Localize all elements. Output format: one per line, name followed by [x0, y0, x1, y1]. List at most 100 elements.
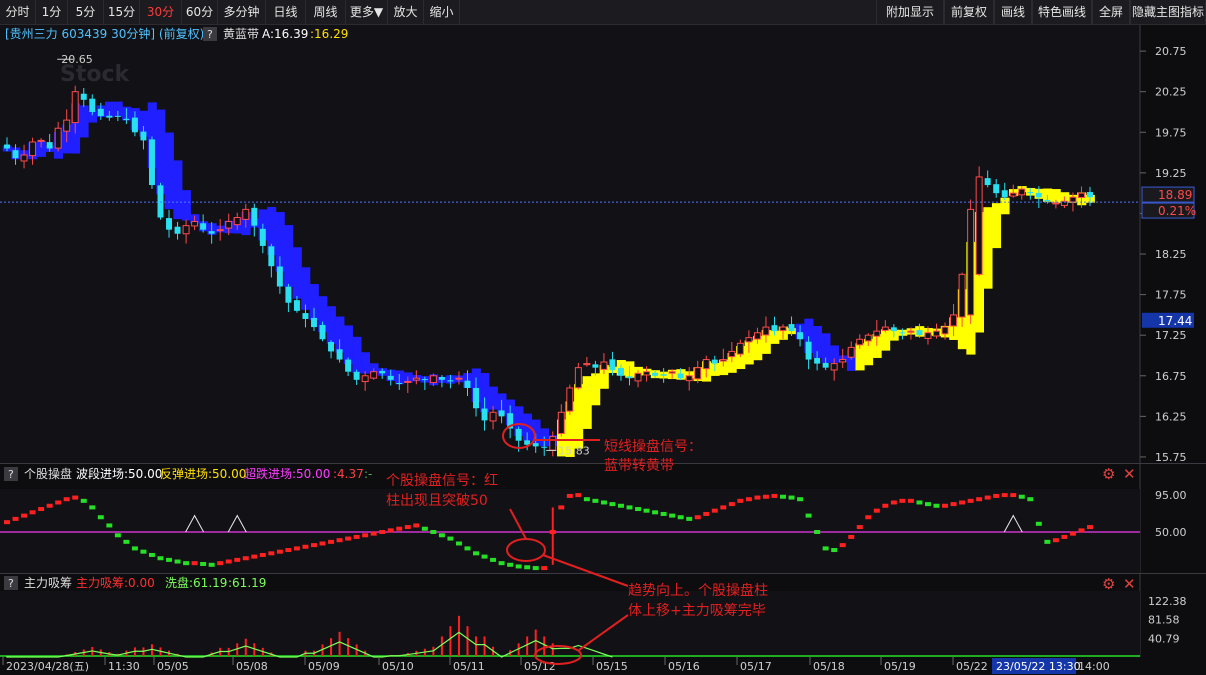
period-tab-4[interactable]: 30分 — [140, 0, 182, 24]
period-tab-2[interactable]: 5分 — [68, 0, 104, 24]
osc-point — [831, 548, 838, 553]
osc-point — [694, 515, 701, 520]
osc-point — [669, 513, 676, 518]
candle-body — [464, 380, 471, 388]
chart-area[interactable]: [贵州三力 603439 30分钟] (前复权) ? 黄蓝带 A:16.39 :… — [0, 25, 1206, 675]
candle-body — [916, 330, 923, 336]
view-tool-4[interactable]: 全屏 — [1092, 0, 1130, 24]
osc-point — [123, 539, 130, 544]
time-label: 05/22 — [956, 660, 988, 673]
osc-point — [558, 505, 565, 510]
candle-body — [941, 326, 949, 335]
view-tool-0[interactable]: 附加显示 — [876, 0, 944, 24]
sub2-tick-label: 40.79 — [1148, 632, 1180, 645]
osc-point — [353, 534, 360, 539]
period-tab-9[interactable]: 更多▼ — [346, 0, 388, 24]
osc-point — [200, 561, 207, 566]
period-tab-10[interactable]: 放大 — [388, 0, 424, 24]
candle-body — [97, 108, 104, 117]
osc-point — [865, 515, 872, 520]
period-tab-11[interactable]: 缩小 — [424, 0, 460, 24]
time-label: 2023/04/28(五) — [6, 660, 89, 673]
candle-body — [438, 377, 445, 380]
sub1-gear-icon[interactable]: ⚙ — [1102, 465, 1115, 483]
trend-line1: 趋势向上。个股操盘柱 — [628, 582, 768, 599]
candle-body — [993, 184, 1000, 194]
view-tool-5[interactable]: 隐藏主图指标 — [1130, 0, 1206, 24]
time-label: 05/09 — [308, 660, 340, 673]
candle-body — [140, 131, 147, 141]
sub2-gear-icon[interactable]: ⚙ — [1102, 575, 1115, 593]
candle-body — [489, 411, 497, 422]
osc-point — [1010, 493, 1017, 498]
osc-point — [686, 516, 693, 521]
candle-body — [788, 324, 795, 332]
view-tool-2[interactable]: 画线 — [994, 0, 1032, 24]
time-label: 05/05 — [157, 660, 189, 673]
osc-point — [993, 493, 1000, 498]
candle-body — [881, 326, 889, 331]
time-label: 05/19 — [884, 660, 916, 673]
view-tool-1[interactable]: 前复权 — [944, 0, 994, 24]
candle-body — [166, 218, 173, 230]
candle-body — [191, 221, 199, 227]
band-segment — [79, 105, 89, 138]
price-tick-label: 15.75 — [1155, 451, 1187, 464]
period-tab-0[interactable]: 分时 — [0, 0, 36, 24]
candle-body — [771, 325, 778, 332]
osc-point — [1044, 539, 1051, 544]
osc-point — [635, 507, 642, 512]
candle-body — [63, 119, 71, 132]
band-segment — [591, 373, 601, 406]
cursor-price-text: 17.44 — [1158, 314, 1192, 328]
view-tool-3[interactable]: 特色画线 — [1032, 0, 1092, 24]
osc-point — [276, 549, 283, 554]
band-segment — [284, 225, 294, 288]
candle-body — [429, 375, 437, 384]
band-segment — [301, 267, 311, 310]
candle-body — [370, 371, 378, 379]
candle-body — [174, 226, 181, 234]
candle-body — [12, 150, 19, 159]
osc-point — [55, 500, 62, 505]
osc-point — [234, 557, 241, 562]
price-tick-label: 20.75 — [1155, 45, 1187, 58]
candle-body — [1052, 202, 1060, 205]
period-tab-1[interactable]: 1分 — [36, 0, 68, 24]
period-tab-5[interactable]: 60分 — [182, 0, 218, 24]
period-tab-8[interactable]: 周线 — [306, 0, 346, 24]
osc-point — [882, 503, 889, 508]
sub1-separator — [0, 463, 1206, 464]
sub2-close-icon[interactable]: ✕ — [1123, 575, 1136, 593]
candle-body — [694, 367, 702, 380]
osc-point — [4, 520, 10, 525]
sub1-close-icon[interactable]: ✕ — [1123, 465, 1136, 483]
band-segment — [156, 109, 166, 195]
period-tab-3[interactable]: 15分 — [104, 0, 140, 24]
osc-point — [396, 526, 403, 531]
main-indicator-a-value: :16.29 — [310, 27, 348, 41]
candle-body — [123, 118, 130, 121]
candle-body — [276, 266, 283, 287]
osc-point — [950, 502, 957, 507]
candle-body — [259, 228, 266, 246]
osc-point — [967, 498, 974, 503]
candle-body — [447, 380, 454, 382]
osc-point — [643, 508, 650, 513]
osc-point — [814, 530, 821, 534]
candle-body — [890, 327, 897, 332]
candle-body — [566, 387, 574, 412]
period-tab-7[interactable]: 日线 — [266, 0, 306, 24]
osc-point — [549, 530, 556, 534]
period-tab-6[interactable]: 多分钟 — [218, 0, 266, 24]
osc-point — [762, 494, 769, 499]
osc-point — [1061, 534, 1068, 539]
stock-signal-line1: 个股操盘信号：红 — [386, 472, 498, 489]
sub2-help-mark: ? — [8, 577, 14, 590]
candle-body — [216, 229, 224, 232]
osc-point — [566, 493, 573, 498]
candle-body — [353, 371, 360, 380]
candle-body — [46, 142, 53, 149]
candle-body — [617, 367, 624, 376]
osc-point — [745, 497, 752, 502]
